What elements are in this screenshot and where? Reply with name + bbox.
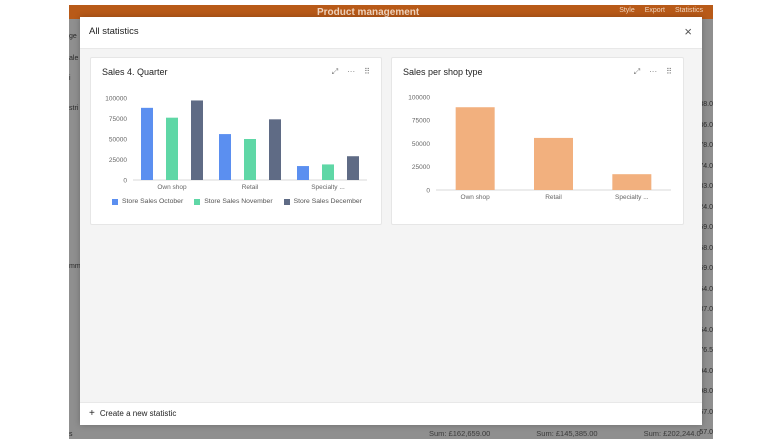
background-fragment: stri [69, 105, 79, 112]
background-fragment: i [69, 75, 71, 82]
dialog-header: All statistics × [80, 17, 702, 49]
y-tick-label: 75000 [412, 118, 430, 125]
background-right-column: 38.0 36.0 78.0 74.0 83.0 24.0 59.0 58.0 69.0 54.0… [699, 19, 713, 439]
legend-label: Store Sales December [293, 198, 362, 205]
background-sums: Sum: £162,659.00 Sum: £145,385.00 Sum: £… [429, 429, 701, 438]
bar [297, 166, 309, 180]
x-tick-label: Retail [242, 184, 259, 191]
y-tick-label: 25000 [109, 157, 127, 164]
bar [455, 107, 495, 190]
plus-icon: + [89, 408, 95, 419]
card-title: Sales per shop type [403, 67, 483, 77]
statistics-button[interactable]: Statistics [675, 7, 703, 14]
more-options-icon[interactable]: ··· [347, 67, 355, 77]
drag-handle-icon[interactable]: ⠿ [666, 67, 672, 77]
background-fragment: mm [69, 263, 81, 270]
y-tick-label: 100000 [105, 95, 127, 102]
bar [347, 156, 359, 180]
grouped-bar-chart: 0 25000 50000 75000 100000 Own shop Retail Spec… [105, 95, 367, 191]
x-tick-label: Retail [545, 194, 562, 201]
bar [534, 137, 573, 190]
background-fragment: ale [69, 55, 79, 62]
legend-label: Store Sales November [204, 198, 273, 205]
x-tick-label: Specialty ... [615, 194, 649, 201]
expand-icon[interactable]: ⤢ [332, 67, 338, 77]
legend-item-december[interactable]: Store Sales December [283, 198, 362, 205]
y-tick-label: 50000 [412, 141, 430, 148]
export-button[interactable]: Export [645, 7, 665, 14]
bar [269, 119, 281, 180]
card-actions: ⤢ ··· ⠿ [634, 67, 672, 77]
y-tick-label: 75000 [109, 116, 127, 123]
close-icon[interactable]: × [684, 24, 692, 39]
x-tick-label: Own shop [157, 184, 187, 191]
y-tick-label: 25000 [412, 164, 430, 171]
y-tick-label: 0 [123, 177, 127, 184]
dialog-title: All statistics [89, 26, 139, 37]
sum-value: Sum: £145,385.00 [536, 429, 598, 438]
bar [191, 100, 203, 180]
legend-label: Store Sales October [122, 198, 184, 205]
bar [612, 174, 652, 190]
bar [166, 117, 178, 180]
bar-chart: 0 25000 50000 75000 100000 Own shop Retail Spec… [408, 94, 671, 201]
y-tick-label: 50000 [109, 136, 127, 143]
create-statistic-button[interactable]: + Create a new statistic [89, 408, 176, 419]
bar [244, 139, 256, 180]
statistics-dialog: All statistics × Sales 4. Quarter ⤢ ··· … [80, 17, 702, 425]
background-toolbar: Style Export Statistics [619, 7, 703, 14]
expand-icon[interactable]: ⤢ [634, 67, 640, 77]
sum-value: Sum: £162,659.00 [429, 429, 491, 438]
x-tick-label: Own shop [461, 194, 491, 201]
background-fragment: s [69, 431, 73, 438]
sum-value: Sum: £202,244.0 [643, 429, 701, 438]
more-options-icon[interactable]: ··· [649, 67, 657, 77]
drag-handle-icon[interactable]: ⠿ [364, 67, 370, 77]
style-button[interactable]: Style [619, 7, 635, 14]
statistic-card-shop-type: Sales per shop type ⤢ ··· ⠿ 0 25000 50000 7… [391, 57, 684, 225]
x-tick-label: Specialty ... [311, 184, 345, 191]
legend-item-november[interactable]: Store Sales November [194, 198, 273, 205]
statistic-card-sales-quarter: Sales 4. Quarter ⤢ ··· ⠿ 0 25000 50000 7500… [90, 57, 382, 225]
background-fragment: ge [69, 33, 77, 40]
y-tick-label: 100000 [408, 94, 430, 101]
background-fragment: 57.0 [699, 429, 713, 436]
card-title: Sales 4. Quarter [102, 67, 168, 77]
chart-legend: Store Sales October Store Sales November… [112, 198, 362, 205]
legend-swatch [194, 198, 201, 205]
bar [141, 107, 153, 180]
bar [322, 164, 334, 180]
card-actions: ⤢ ··· ⠿ [332, 67, 370, 77]
dialog-footer: + Create a new statistic [80, 402, 702, 425]
legend-swatch [283, 198, 290, 205]
legend-item-october[interactable]: Store Sales October [112, 198, 183, 205]
bar [219, 134, 231, 180]
create-statistic-label: Create a new statistic [99, 409, 177, 418]
legend-swatch [112, 198, 118, 205]
y-tick-label: 0 [426, 187, 430, 194]
